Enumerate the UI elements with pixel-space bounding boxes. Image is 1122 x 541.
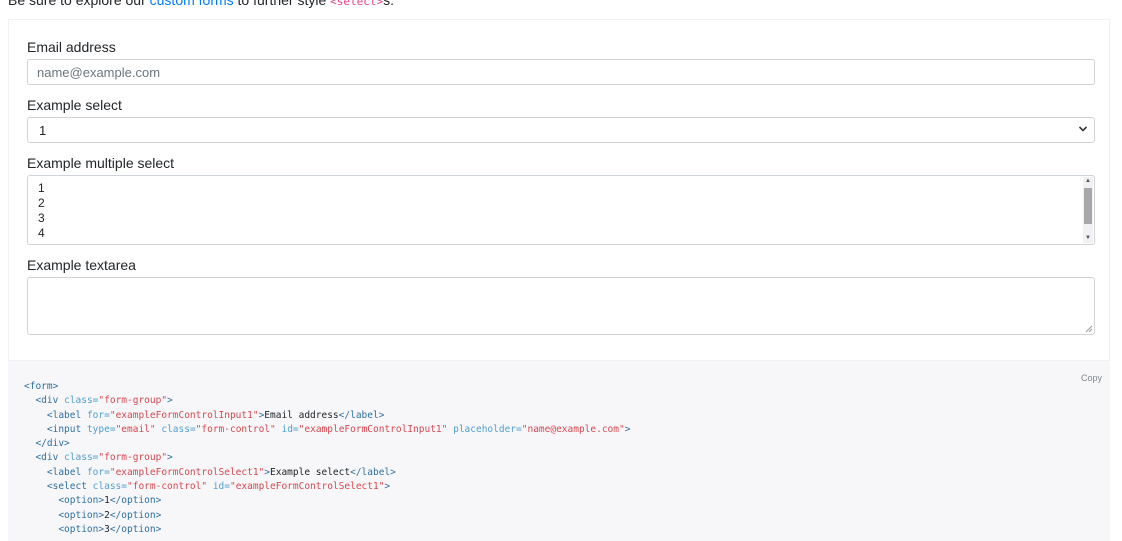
multi-option[interactable]: 4 <box>38 226 45 240</box>
code-token: </option> <box>109 523 162 535</box>
code-token: <label <box>46 409 82 421</box>
code-token: <select <box>46 481 87 493</box>
code-token: "exampleFormControlSelect1" <box>229 481 385 493</box>
code-token: "exampleFormControlInput1" <box>109 409 259 421</box>
code-token: </option> <box>109 495 162 507</box>
code-token: > <box>167 452 173 464</box>
code-token: "form-control" <box>195 423 276 435</box>
code-token: for= <box>86 409 110 421</box>
email-placeholder: name@example.com <box>37 65 161 80</box>
code-line: <option>2</option> <box>24 509 630 523</box>
multi-option[interactable]: 1 <box>38 181 45 195</box>
intro-suffix: s. <box>383 0 395 8</box>
code-token: "form-control" <box>127 481 208 493</box>
code-token: for= <box>86 466 110 478</box>
code-token: <form> <box>24 381 59 392</box>
form-example: Email address name@example.com Example s… <box>8 19 1110 361</box>
textarea-label: Example textarea <box>27 257 136 273</box>
intro-prefix: Be sure to explore our <box>8 0 150 8</box>
code-token: "email" <box>115 423 156 435</box>
multi-option[interactable]: 2 <box>38 196 45 210</box>
scroll-up-arrow-icon[interactable]: ▲ <box>1083 177 1093 186</box>
email-input[interactable]: name@example.com <box>27 59 1095 85</box>
code-token: class= <box>92 481 127 493</box>
code-token: > <box>384 481 391 493</box>
code-token: Email address <box>264 409 339 421</box>
code-token: <option> <box>58 523 105 535</box>
code-line: <div class="form-group"> <box>24 394 630 408</box>
code-token: "name@example.com" <box>521 423 625 435</box>
multi-select-label: Example multiple select <box>27 155 175 171</box>
resize-handle-icon[interactable] <box>1085 325 1093 333</box>
scroll-down-arrow-icon[interactable]: ▼ <box>1083 234 1093 243</box>
example-textarea[interactable] <box>27 277 1095 335</box>
intro-note: Be sure to explore our custom forms to f… <box>8 0 394 8</box>
code-panel: Copy <form> <div class="form-group"> <la… <box>8 361 1110 541</box>
code-block: <form> <div class="form-group"> <label f… <box>24 380 630 537</box>
code-token: <input <box>46 423 82 435</box>
select-code: <select> <box>330 0 384 8</box>
select-value: 1 <box>39 123 47 138</box>
code-token: </label> <box>338 409 385 421</box>
select-label: Example select <box>27 97 122 113</box>
code-token: </option> <box>109 509 162 521</box>
custom-forms-link[interactable]: custom forms <box>150 0 234 8</box>
code-line: <select class="form-control" id="example… <box>24 480 630 494</box>
code-token: <option> <box>58 509 105 521</box>
code-line: <label for="exampleFormControlInput1">Em… <box>24 409 630 423</box>
code-line: <input type="email" class="form-control"… <box>24 423 631 437</box>
code-token: Example select <box>270 466 351 478</box>
code-token: <div <box>35 395 59 407</box>
scrollbar-thumb[interactable] <box>1084 188 1092 224</box>
code-token: class= <box>64 395 99 407</box>
code-token: id= <box>281 423 299 435</box>
code-token: <label <box>46 466 82 478</box>
code-token: <option> <box>58 495 105 507</box>
code-line: </div> <box>24 437 630 451</box>
code-token: "form-group" <box>98 395 168 407</box>
scrollbar[interactable]: ▲ ▼ <box>1083 177 1093 243</box>
code-token: type= <box>86 423 116 435</box>
example-multiple-select[interactable]: 1 2 3 4 ▲ ▼ <box>27 175 1095 245</box>
code-token: class= <box>64 452 99 464</box>
code-token: "exampleFormControlInput1" <box>298 423 448 435</box>
code-token: <div <box>35 452 59 464</box>
code-token: placeholder= <box>453 423 522 435</box>
code-line: <label for="exampleFormControlSelect1">E… <box>24 466 630 480</box>
code-token: > <box>624 423 631 435</box>
code-token: > <box>167 395 173 407</box>
code-token: id= <box>212 481 230 493</box>
code-line: <option>3</option> <box>24 523 630 537</box>
chevron-down-icon <box>1078 122 1088 139</box>
code-token: "exampleFormControlSelect1" <box>109 466 265 478</box>
code-line: <form> <box>24 380 630 394</box>
intro-middle: to further style <box>233 0 331 8</box>
email-label: Email address <box>27 39 116 55</box>
code-line: <option>1</option> <box>24 494 630 508</box>
code-token: "form-group" <box>98 452 168 464</box>
example-select[interactable]: 1 <box>27 117 1095 143</box>
copy-button[interactable]: Copy <box>1081 373 1102 383</box>
code-line: <div class="form-group"> <box>24 451 630 465</box>
code-token: class= <box>161 423 196 435</box>
code-token: </div> <box>35 438 70 450</box>
code-token: </label> <box>350 466 396 478</box>
multi-option[interactable]: 3 <box>38 211 45 225</box>
